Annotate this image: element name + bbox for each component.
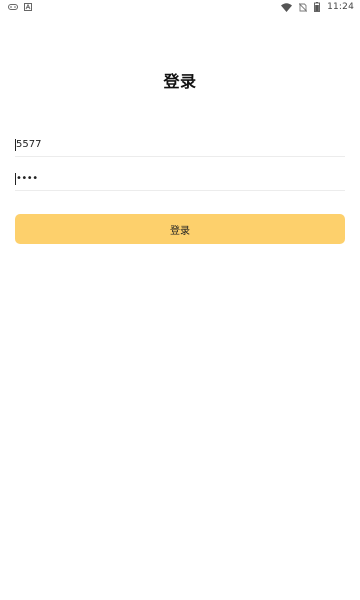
no-sim-icon <box>299 2 308 12</box>
password-value: •••• <box>16 172 38 184</box>
status-left <box>8 3 32 11</box>
page-title: 登录 <box>163 72 197 91</box>
username-field[interactable]: 5577 <box>15 133 345 157</box>
text-a-icon <box>24 3 32 11</box>
login-button-label: 登录 <box>170 225 190 237</box>
gamepad-icon <box>8 3 18 11</box>
status-right: 11:24 <box>281 2 354 12</box>
battery-icon <box>314 2 321 12</box>
status-time: 11:24 <box>327 2 354 12</box>
status-bar: 11:24 <box>0 0 360 14</box>
username-value: 5577 <box>16 138 42 150</box>
wifi-icon <box>281 2 293 12</box>
login-button[interactable]: 登录 <box>15 214 345 244</box>
password-field[interactable]: •••• <box>15 167 345 191</box>
